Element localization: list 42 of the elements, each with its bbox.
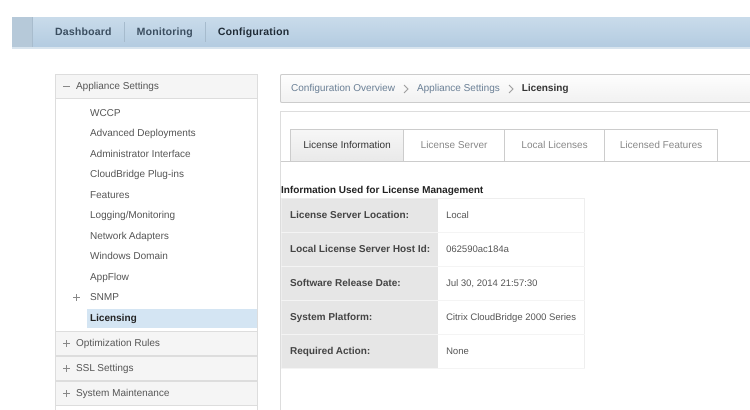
toggle-icon[interactable] xyxy=(63,83,70,90)
field-value: Jul 30, 2014 21:57:30 xyxy=(438,266,584,300)
field-label: Local License Server Host Id: xyxy=(282,232,438,266)
sidebar-item[interactable]: Administrator Interface xyxy=(87,144,257,164)
field-label: System Platform: xyxy=(282,300,438,334)
expand-icon[interactable] xyxy=(73,294,80,302)
sidebar-item[interactable]: Features xyxy=(87,186,257,205)
sidebar-item[interactable]: Logging/Monitoring xyxy=(87,206,257,226)
sidebar-section[interactable]: SSL Settings xyxy=(56,356,257,380)
field-label: License Server Location: xyxy=(282,198,438,232)
sidebar-item[interactable]: Licensing xyxy=(87,308,257,328)
breadcrumb-link[interactable]: Configuration Overview xyxy=(291,83,395,94)
nav-tab[interactable]: Dashboard xyxy=(43,26,124,38)
toggle-icon[interactable] xyxy=(63,390,70,396)
sidebar-section[interactable]: System Maintenance xyxy=(56,380,257,406)
field-value: 062590ac184a xyxy=(438,232,584,266)
nav-tab[interactable]: Monitoring xyxy=(124,26,205,38)
section-title: Information Used for License Management xyxy=(281,185,484,196)
breadcrumb-link[interactable]: Appliance Settings xyxy=(416,83,500,94)
chevron-icon xyxy=(508,84,514,94)
breadcrumb-link[interactable]: Licensing xyxy=(522,83,568,94)
field-label: Required Action: xyxy=(282,334,438,368)
field-label: Software Release Date: xyxy=(282,266,438,300)
sidebar-item[interactable]: AppFlow xyxy=(87,268,257,287)
sidebar-item[interactable]: CloudBridge Plug-ins xyxy=(87,165,257,184)
chevron-icon xyxy=(402,84,409,94)
field-value: Citrix CloudBridge 2000 Series xyxy=(438,300,584,334)
tab[interactable]: License Information xyxy=(290,129,404,161)
sidebar-item[interactable]: Windows Domain xyxy=(87,247,257,266)
sidebar-section[interactable]: Appliance Settings xyxy=(56,74,257,99)
toggle-icon[interactable] xyxy=(63,364,70,372)
sidebar-section[interactable]: Optimization Rules xyxy=(56,330,257,356)
sidebar-item[interactable]: Network Adapters xyxy=(87,226,257,246)
field-value: None xyxy=(438,334,584,368)
sidebar-item[interactable]: SNMP xyxy=(87,288,257,308)
field-value: Local xyxy=(438,198,584,232)
toggle-icon[interactable] xyxy=(63,340,70,346)
nav-tab[interactable]: Configuration xyxy=(206,26,302,38)
sidebar-item[interactable]: WCCP xyxy=(87,104,257,123)
sidebar-item[interactable]: Advanced Deployments xyxy=(87,124,257,144)
tab[interactable]: Licensed Features xyxy=(604,129,718,161)
nav-grip xyxy=(12,17,33,47)
